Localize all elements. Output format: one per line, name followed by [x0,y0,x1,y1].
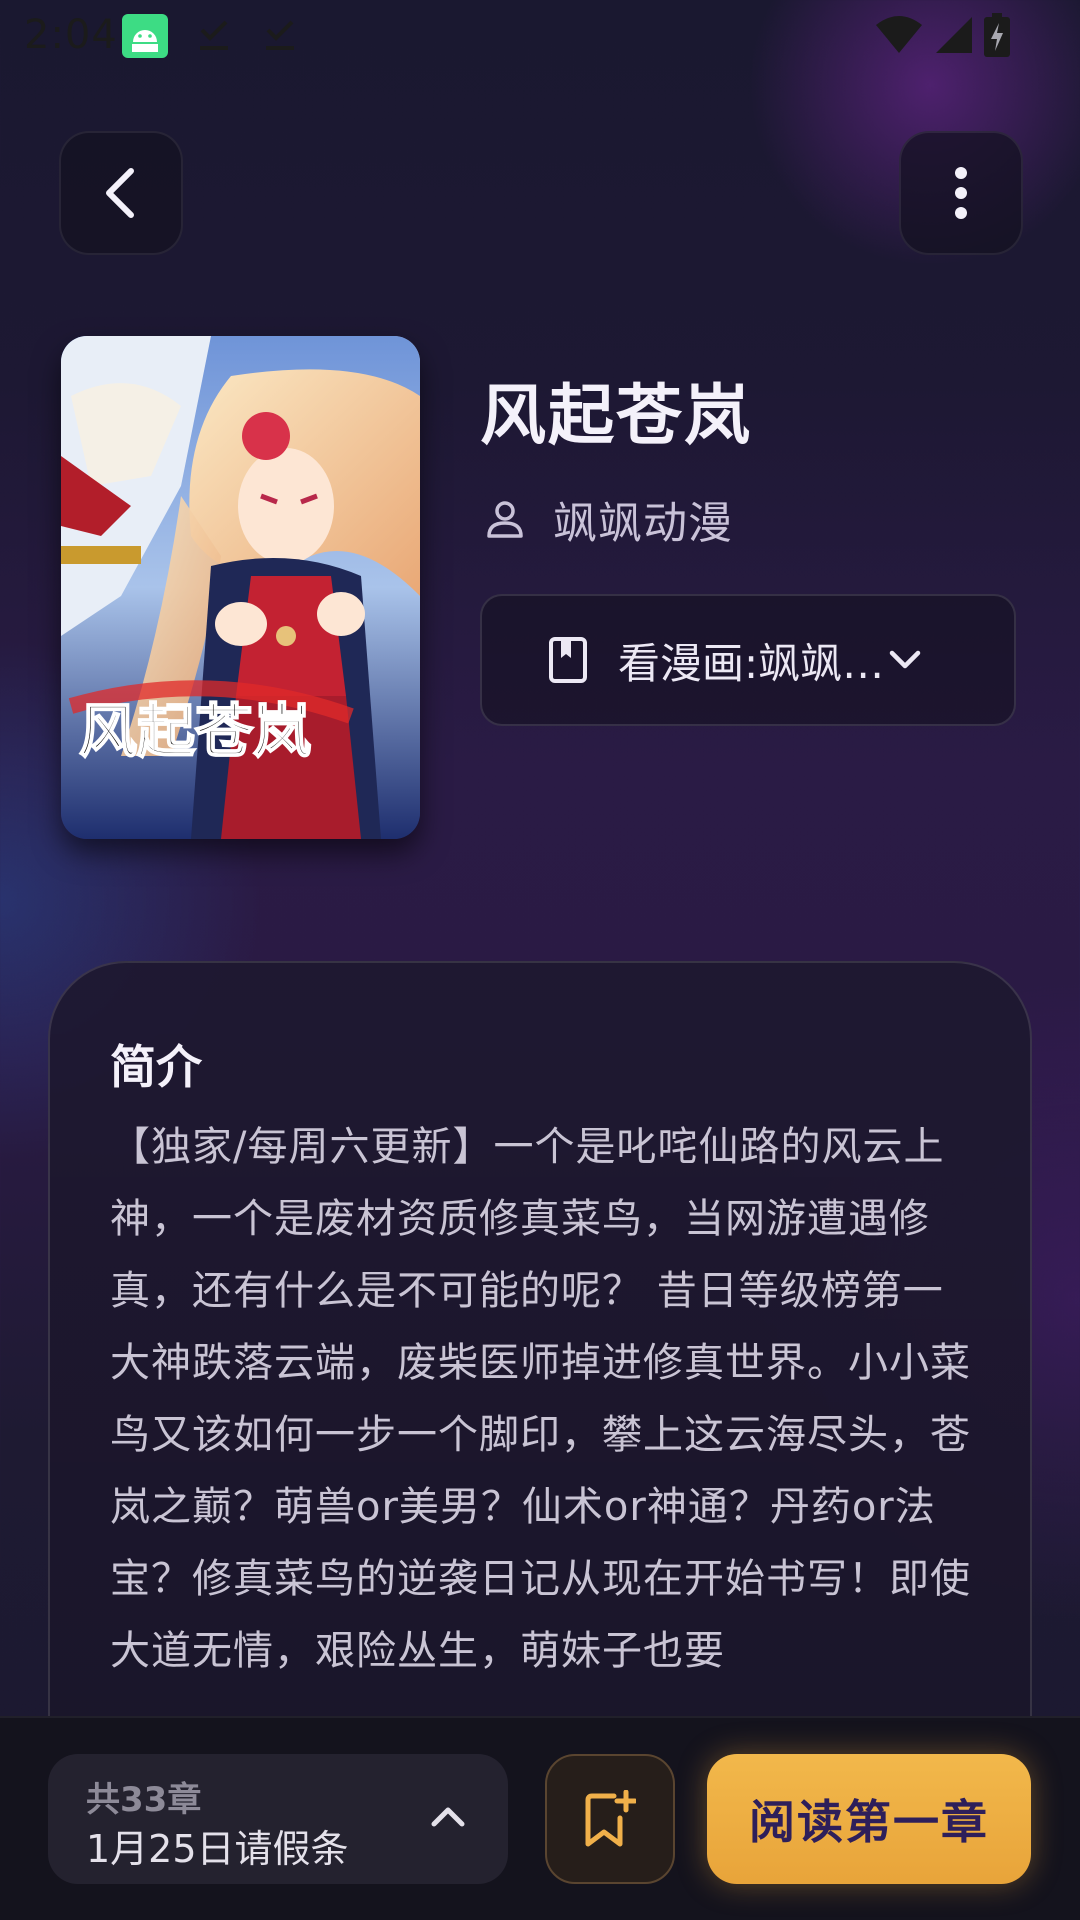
more-vertical-icon [955,167,967,219]
cell-signal-icon [936,17,972,53]
back-button[interactable] [59,131,183,255]
comic-cover-image: 风起苍岚 [61,336,420,839]
chevron-left-icon [106,168,134,218]
person-icon [487,501,523,538]
status-indicators [874,12,1010,58]
intro-title: 简介 [110,1040,202,1094]
bookmark-add-icon [585,1790,636,1847]
chevron-up-icon [431,1807,465,1827]
download-done-icon [266,20,294,50]
status-bar: 2:04 [0,0,1080,72]
more-options-button[interactable] [899,131,1023,255]
author-row: 飒飒动漫 [485,487,733,551]
chevron-down-icon [889,650,921,669]
chapter-info-button[interactable]: 共33章 1月25日请假条 [48,1754,508,1884]
chapter-count: 共33章 [86,1780,202,1820]
source-dropdown[interactable]: 看漫画:飒飒… [480,594,1016,726]
read-first-chapter-button[interactable]: 阅读第一章 [707,1754,1031,1884]
author-name: 飒飒动漫 [553,498,733,549]
bottom-bar: 共33章 1月25日请假条 阅读第一章 [0,1716,1080,1920]
read-button-label: 阅读第一章 [749,1795,989,1849]
android-icon [122,14,168,58]
wifi-icon [876,16,922,53]
download-done-icon [200,20,228,50]
latest-chapter: 1月25日请假条 [86,1827,349,1871]
status-time: 2:04 [24,12,118,58]
book-icon [549,637,587,683]
cover-title-art: 风起苍岚 [79,697,311,765]
battery-icon [984,13,1010,57]
intro-text: 【独家/每周六更新】一个是叱咤仙路的风云上神，一个是废材资质修真菜鸟，当网游遭遇… [110,1124,971,1674]
comic-title: 风起苍岚 [480,377,752,454]
source-label: 看漫画:飒飒… [618,638,885,688]
add-bookmark-button[interactable] [545,1754,675,1884]
